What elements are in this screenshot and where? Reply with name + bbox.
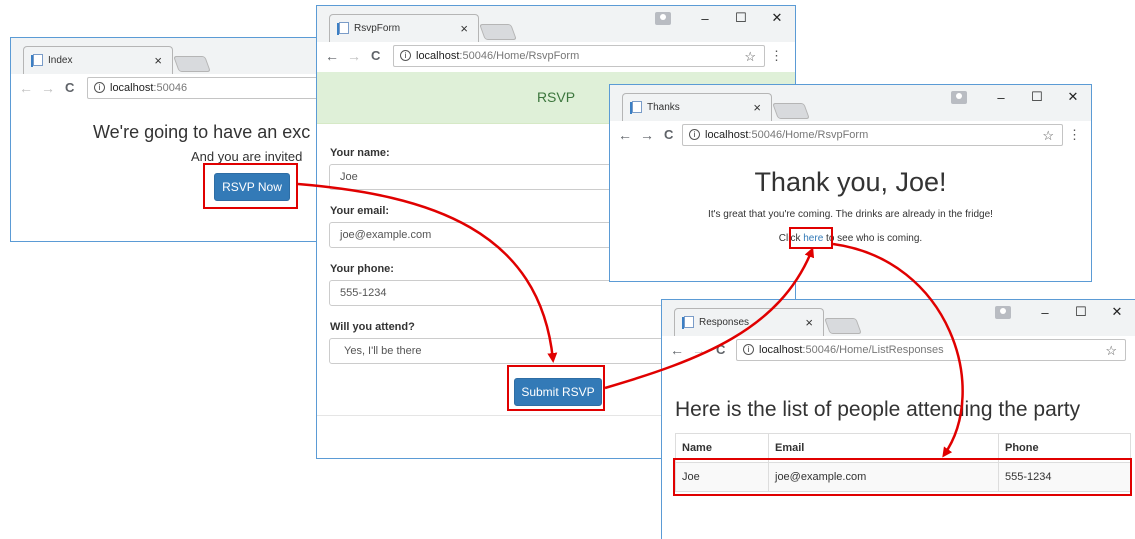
profile-icon[interactable]: [995, 305, 1011, 319]
back-arrow-icon[interactable]: ←: [19, 80, 33, 96]
thanks-click-suffix: to see who is coming.: [823, 233, 923, 244]
info-icon[interactable]: i: [400, 50, 411, 61]
index-tab[interactable]: Index ×: [23, 46, 173, 74]
page-favicon-icon: [682, 316, 694, 329]
close-icon[interactable]: ✕: [759, 10, 795, 26]
responses-window: Responses × – ☐ ✕ ← → C i localhost:5004…: [661, 299, 1135, 539]
reload-icon[interactable]: C: [716, 342, 725, 357]
responses-url-host: localhost: [759, 344, 803, 356]
responses-new-tab-button[interactable]: [824, 318, 862, 334]
index-browser-chrome: Index × ← → C i localhost:50046: [11, 38, 329, 104]
thanks-toolbar: ← → C i localhost:50046/Home/RsvpForm ☆ …: [610, 121, 1091, 151]
submit-rsvp-highlight: [507, 365, 605, 411]
here-link-highlight: [789, 227, 833, 249]
index-new-tab-button[interactable]: [173, 56, 211, 72]
browser-menu-icon[interactable]: ⋮: [1130, 342, 1135, 358]
info-icon[interactable]: i: [689, 129, 700, 140]
index-address-bar[interactable]: i localhost:50046: [87, 77, 329, 99]
back-arrow-icon[interactable]: ←: [618, 127, 632, 143]
thanks-browser-chrome: Thanks × – ☐ ✕ ← → C i localhost:50046/H…: [610, 85, 1091, 151]
maximize-icon[interactable]: ☐: [1019, 89, 1055, 105]
page-favicon-icon: [337, 22, 349, 35]
forward-arrow-icon[interactable]: →: [692, 342, 706, 358]
bookmark-star-icon[interactable]: ☆: [744, 49, 756, 65]
rsvp-url-path: :50046/Home/RsvpForm: [459, 50, 580, 62]
responses-url-path: :50046/Home/ListResponses: [802, 344, 944, 356]
bookmark-star-icon[interactable]: ☆: [1105, 343, 1117, 359]
reload-icon[interactable]: C: [664, 127, 673, 142]
rsvp-tab-close-icon[interactable]: ×: [460, 21, 468, 36]
responses-window-controls: – ☐ ✕: [995, 300, 1135, 324]
browser-menu-icon[interactable]: ⋮: [1068, 127, 1081, 143]
responses-page: Here is the list of people attending the…: [662, 366, 1135, 539]
maximize-icon[interactable]: ☐: [1063, 304, 1099, 320]
responses-toolbar: ← → C i localhost:50046/Home/ListRespons…: [662, 336, 1135, 366]
thanks-tab-title: Thanks: [647, 102, 680, 113]
thanks-heading: Thank you, Joe!: [754, 167, 947, 197]
email-label: Your email:: [330, 205, 390, 217]
thanks-tab[interactable]: Thanks ×: [622, 93, 772, 121]
rsvp-toolbar: ← → C i localhost:50046/Home/RsvpForm ☆ …: [317, 42, 795, 72]
thanks-url-path: :50046/Home/RsvpForm: [748, 129, 869, 141]
index-tab-close-icon[interactable]: ×: [154, 53, 162, 68]
rsvp-url-host: localhost: [416, 50, 460, 62]
minimize-icon[interactable]: –: [687, 11, 723, 26]
profile-icon[interactable]: [951, 90, 967, 104]
thanks-url-host: localhost: [705, 129, 749, 141]
page-favicon-icon: [630, 101, 642, 114]
rsvp-tab-title: RsvpForm: [354, 23, 401, 34]
minimize-icon[interactable]: –: [1027, 305, 1063, 320]
index-url-host: localhost: [110, 82, 154, 94]
name-label: Your name:: [330, 147, 390, 159]
rsvp-new-tab-button[interactable]: [479, 24, 517, 40]
back-arrow-icon[interactable]: ←: [670, 342, 684, 358]
thanks-message: It's great that you're coming. The drink…: [708, 209, 993, 220]
thanks-window-controls: – ☐ ✕: [951, 85, 1091, 109]
responses-tab-close-icon[interactable]: ×: [805, 315, 813, 330]
response-row-highlight: [673, 458, 1132, 496]
thanks-address-bar[interactable]: i localhost:50046/Home/RsvpForm ☆: [682, 124, 1063, 146]
responses-browser-chrome: Responses × – ☐ ✕ ← → C i localhost:5004…: [662, 300, 1135, 366]
profile-icon[interactable]: [655, 11, 671, 25]
browser-menu-icon[interactable]: ⋮: [770, 48, 783, 64]
back-arrow-icon[interactable]: ←: [325, 48, 339, 64]
attend-label: Will you attend?: [330, 321, 415, 333]
responses-heading: Here is the list of people attending the…: [675, 398, 1081, 421]
index-window: Index × ← → C i localhost:50046 We're go…: [10, 37, 330, 242]
index-subheading: And you are invited: [191, 149, 303, 164]
page-favicon-icon: [31, 54, 43, 67]
bookmark-star-icon[interactable]: ☆: [1042, 128, 1054, 144]
responses-address-bar[interactable]: i localhost:50046/Home/ListResponses ☆: [736, 339, 1126, 361]
thanks-new-tab-button[interactable]: [772, 103, 810, 119]
forward-arrow-icon[interactable]: →: [640, 127, 654, 143]
thanks-click-line: Click here to see who is coming.: [610, 233, 1091, 244]
thanks-page: Thank you, Joe! It's great that you're c…: [610, 151, 1091, 281]
info-icon[interactable]: i: [743, 344, 754, 355]
info-icon[interactable]: i: [94, 82, 105, 93]
thanks-tab-close-icon[interactable]: ×: [753, 100, 761, 115]
rsvp-address-bar[interactable]: i localhost:50046/Home/RsvpForm ☆: [393, 45, 765, 67]
close-icon[interactable]: ✕: [1099, 304, 1135, 320]
reload-icon[interactable]: C: [65, 80, 74, 95]
maximize-icon[interactable]: ☐: [723, 10, 759, 26]
close-icon[interactable]: ✕: [1055, 89, 1091, 105]
forward-arrow-icon[interactable]: →: [347, 48, 361, 64]
forward-arrow-icon[interactable]: →: [41, 80, 55, 96]
responses-tab-title: Responses: [699, 317, 750, 328]
minimize-icon[interactable]: –: [983, 90, 1019, 105]
index-url-path: :50046: [153, 82, 188, 94]
rsvp-tab[interactable]: RsvpForm ×: [329, 14, 479, 42]
index-tab-title: Index: [48, 55, 73, 66]
rsvp-now-highlight: [203, 163, 298, 209]
rsvp-browser-chrome: RsvpForm × – ☐ ✕ ← → C i localhost:50046…: [317, 6, 795, 72]
reload-icon[interactable]: C: [371, 48, 380, 63]
index-heading: We're going to have an exc: [93, 122, 311, 142]
index-tabstrip: Index ×: [11, 38, 329, 74]
phone-label: Your phone:: [330, 263, 394, 275]
thanks-window: Thanks × – ☐ ✕ ← → C i localhost:50046/H…: [609, 84, 1092, 282]
rsvp-window-controls: – ☐ ✕: [655, 6, 795, 30]
index-toolbar: ← → C i localhost:50046: [11, 74, 329, 104]
responses-tab[interactable]: Responses ×: [674, 308, 824, 336]
